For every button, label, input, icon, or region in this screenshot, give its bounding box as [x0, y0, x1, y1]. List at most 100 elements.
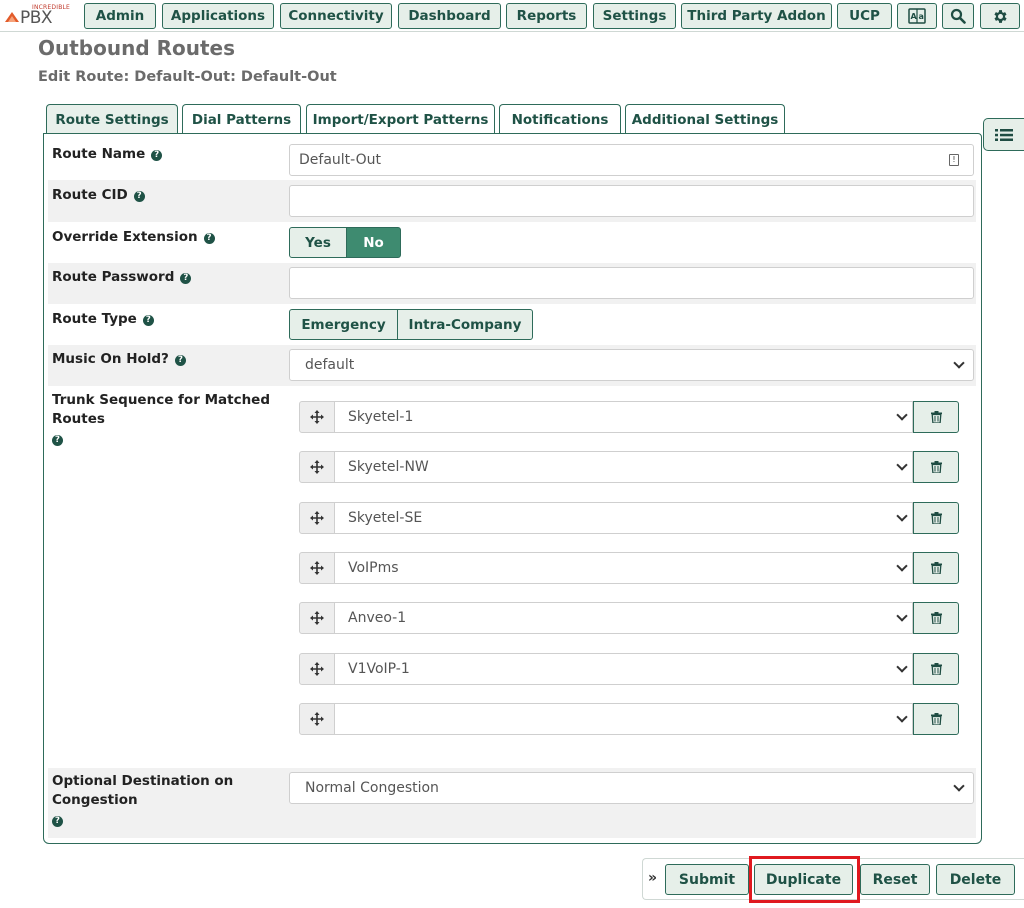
- delete-trunk-button[interactable]: [913, 602, 959, 634]
- delete-trunk-button[interactable]: [913, 502, 959, 534]
- tab-import-export-patterns[interactable]: Import/Export Patterns: [306, 104, 495, 134]
- trunk-select[interactable]: [335, 703, 913, 735]
- chevron-down-icon: [896, 661, 908, 673]
- delete-button[interactable]: Delete: [936, 864, 1015, 895]
- nav-applications[interactable]: Applications: [162, 3, 274, 29]
- trash-icon: [930, 411, 942, 423]
- search-button[interactable]: [942, 3, 974, 29]
- chevron-down-icon: [896, 459, 908, 471]
- nav-reports[interactable]: Reports: [506, 3, 587, 29]
- override-yes-toggle[interactable]: Yes: [289, 227, 347, 258]
- override-extension-label: Override Extension?: [52, 228, 215, 247]
- trunk-select[interactable]: VoIPms: [335, 552, 913, 584]
- delete-trunk-button[interactable]: [913, 703, 959, 735]
- trunk-select[interactable]: V1VoIP-1: [335, 653, 913, 685]
- chevron-down-icon: [896, 510, 908, 522]
- help-icon[interactable]: ?: [52, 816, 63, 827]
- trunk-value: Skyetel-NW: [348, 459, 429, 475]
- trunk-row: Skyetel-SE: [299, 502, 959, 534]
- route-name-value: Default-Out: [299, 152, 381, 168]
- logo-mark-icon: [5, 12, 19, 22]
- trunk-row: Skyetel-1: [299, 401, 959, 433]
- nav-admin[interactable]: Admin: [84, 3, 156, 29]
- optional-destination-select[interactable]: Normal Congestion: [289, 772, 974, 804]
- trash-icon: [930, 461, 942, 473]
- help-icon[interactable]: ?: [180, 273, 192, 284]
- submit-button[interactable]: Submit: [665, 864, 749, 895]
- move-icon[interactable]: [299, 602, 335, 634]
- pbx-logo[interactable]: INCREDIBLE PBX: [4, 4, 80, 28]
- optional-destination-label: Optional Destination on Congestion ?: [52, 773, 234, 827]
- route-type-label: Route Type?: [52, 310, 154, 329]
- trash-icon: [930, 612, 942, 624]
- move-icon[interactable]: [299, 552, 335, 584]
- delete-trunk-button[interactable]: [913, 552, 959, 584]
- nav-dashboard[interactable]: Dashboard: [398, 3, 501, 29]
- page-title: Outbound Routes: [38, 36, 236, 60]
- trunk-value: VoIPms: [348, 560, 399, 576]
- trunk-value: Skyetel-SE: [348, 510, 423, 526]
- trunk-row: Anveo-1: [299, 602, 959, 634]
- move-icon[interactable]: [299, 502, 335, 534]
- trunk-sequence-label: Trunk Sequence for Matched Routes ?: [52, 392, 270, 446]
- tab-additional-settings[interactable]: Additional Settings: [625, 104, 785, 134]
- chevron-down-icon: [896, 409, 908, 421]
- music-on-hold-select[interactable]: default: [289, 349, 974, 381]
- trunk-select[interactable]: Skyetel-NW: [335, 451, 913, 483]
- trunk-row: Skyetel-NW: [299, 451, 959, 483]
- help-icon[interactable]: ?: [52, 435, 63, 446]
- move-icon[interactable]: [299, 451, 335, 483]
- help-icon[interactable]: ?: [133, 191, 145, 202]
- override-no-toggle[interactable]: No: [346, 227, 401, 258]
- trunk-value: Anveo-1: [348, 610, 407, 626]
- trunk-row: VoIPms: [299, 552, 959, 584]
- chevron-down-icon: [896, 610, 908, 622]
- help-icon[interactable]: ?: [174, 355, 186, 366]
- trash-icon: [930, 562, 942, 574]
- music-on-hold-label: Music On Hold??: [52, 350, 186, 369]
- delete-trunk-button[interactable]: [913, 401, 959, 433]
- move-icon[interactable]: [299, 401, 335, 433]
- tab-dial-patterns[interactable]: Dial Patterns: [182, 104, 301, 134]
- top-navbar: INCREDIBLE PBX Admin Applications Connec…: [0, 0, 1024, 32]
- route-name-input[interactable]: Default-Out !: [289, 144, 974, 176]
- nav-ucp[interactable]: UCP: [837, 3, 892, 29]
- delete-trunk-button[interactable]: [913, 653, 959, 685]
- search-icon: [950, 8, 966, 24]
- settings-gear-button[interactable]: [980, 3, 1020, 29]
- svg-text:A: A: [911, 12, 918, 21]
- nav-settings[interactable]: Settings: [593, 3, 676, 29]
- route-type-intra-company-toggle[interactable]: Intra-Company: [397, 309, 533, 340]
- chevron-down-icon: [896, 711, 908, 723]
- reset-button[interactable]: Reset: [860, 864, 930, 895]
- trunk-select[interactable]: Skyetel-SE: [335, 502, 913, 534]
- language-button[interactable]: A a: [897, 3, 937, 29]
- double-chevron-right-icon[interactable]: »: [648, 870, 657, 886]
- delete-trunk-button[interactable]: [913, 451, 959, 483]
- route-cid-input[interactable]: [289, 185, 974, 217]
- route-password-input[interactable]: [289, 267, 974, 299]
- sidebar-toggle-button[interactable]: [983, 118, 1024, 151]
- trunk-select[interactable]: Anveo-1: [335, 602, 913, 634]
- nav-connectivity[interactable]: Connectivity: [280, 3, 392, 29]
- tab-route-settings[interactable]: Route Settings: [46, 104, 178, 134]
- move-icon[interactable]: [299, 653, 335, 685]
- trash-icon: [930, 663, 942, 675]
- trunk-select[interactable]: Skyetel-1: [335, 401, 913, 433]
- help-icon[interactable]: ?: [151, 150, 163, 161]
- trash-icon: [930, 713, 942, 725]
- trunk-value: V1VoIP-1: [348, 661, 410, 677]
- route-name-label: Route Name?: [52, 145, 163, 164]
- move-icon[interactable]: [299, 703, 335, 735]
- nav-third-party-addon[interactable]: Third Party Addon: [681, 3, 832, 29]
- tab-notifications[interactable]: Notifications: [499, 104, 621, 134]
- key-icon[interactable]: !: [949, 154, 959, 166]
- chevron-down-icon: [896, 560, 908, 572]
- help-icon[interactable]: ?: [142, 315, 154, 326]
- svg-text:a: a: [919, 12, 924, 21]
- trunk-row: [299, 703, 959, 735]
- list-icon: [995, 128, 1013, 141]
- help-icon[interactable]: ?: [203, 233, 215, 244]
- route-type-emergency-toggle[interactable]: Emergency: [289, 309, 398, 340]
- page-subtitle: Edit Route: Default-Out: Default-Out: [38, 69, 337, 85]
